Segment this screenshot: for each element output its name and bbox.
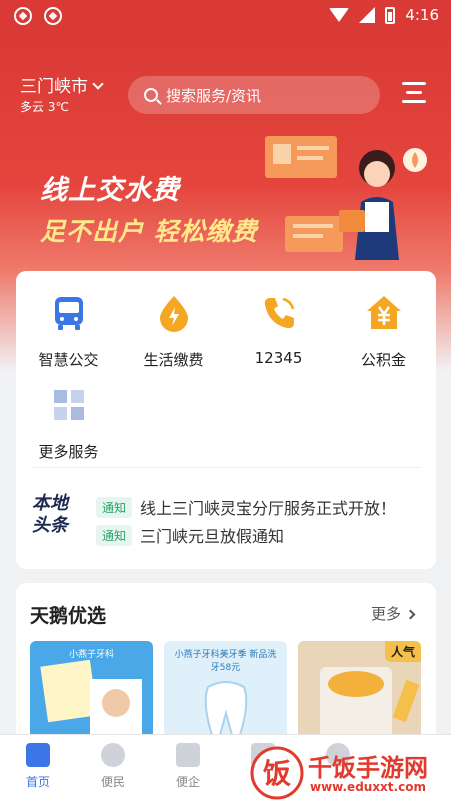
featured-caption: 小燕子牙科美牙季 新品洗牙58元 bbox=[174, 650, 277, 673]
nav-label: 便民 bbox=[100, 775, 125, 789]
featured-item[interactable]: 小燕子牙科美牙季 新品洗牙58元 bbox=[164, 641, 287, 741]
more-link[interactable]: 更多 bbox=[370, 603, 416, 624]
featured-section: 天鹅优选 更多 小燕子牙科 小燕子牙科美牙季 新品洗牙58元 人气 bbox=[16, 583, 436, 753]
divider bbox=[32, 467, 420, 468]
service-12345[interactable]: 12345 bbox=[226, 293, 331, 367]
search-placeholder: 搜索服务/资讯 bbox=[166, 86, 262, 105]
city-selector[interactable]: 三门峡市 bbox=[20, 72, 104, 97]
status-bar: 4:16 bbox=[0, 0, 451, 32]
featured-caption: 小燕子牙科 bbox=[68, 650, 114, 660]
document-icon bbox=[176, 743, 200, 767]
news-tag: 通知 bbox=[96, 524, 133, 546]
service-housing-fund[interactable]: 公积金 bbox=[331, 293, 436, 370]
tooth-illustration bbox=[204, 681, 248, 736]
local-headlines-logo: 本地头条 bbox=[32, 493, 68, 536]
news-text: 三门峡元旦放假通知 bbox=[140, 527, 285, 546]
banner-subtitle: 足不出户 轻松缴费 bbox=[40, 217, 258, 246]
chevron-right-icon bbox=[405, 609, 416, 620]
featured-item[interactable]: 人气 bbox=[298, 641, 421, 741]
grid-icon bbox=[53, 390, 84, 420]
watermark-text: 千饭手游网 bbox=[308, 754, 428, 782]
news-item[interactable]: 通知 三门峡元旦放假通知 bbox=[96, 523, 284, 547]
city-name: 三门峡市 bbox=[20, 77, 88, 97]
popular-badge: 人气 bbox=[384, 641, 421, 662]
banner-title: 线上交水费 bbox=[40, 175, 180, 206]
svg-text:饭: 饭 bbox=[263, 757, 291, 790]
weather-text: 多云 3℃ bbox=[20, 100, 69, 114]
bus-icon bbox=[54, 297, 83, 330]
battery-icon bbox=[385, 6, 396, 24]
more-label: 更多 bbox=[370, 605, 401, 623]
menu-icon[interactable] bbox=[402, 80, 426, 106]
news-tag: 通知 bbox=[96, 496, 133, 518]
watermark-logo: 饭 bbox=[250, 746, 304, 800]
service-label: 12345 bbox=[254, 349, 303, 367]
service-smart-bus[interactable]: 智慧公交 bbox=[16, 293, 121, 370]
banner-illustration bbox=[265, 136, 427, 260]
news-item[interactable]: 通知 线上三门峡灵宝分厅服务正式开放！ bbox=[96, 495, 396, 519]
service-card: 智慧公交 生活缴费 12345 公积金 更多服务 本地头条 通知 线上三门峡灵宝… bbox=[16, 271, 436, 569]
search-input[interactable]: 搜索服务/资讯 bbox=[128, 76, 380, 114]
news-text: 线上三门峡灵宝分厅服务正式开放！ bbox=[140, 499, 397, 518]
nav-label: 便企 bbox=[175, 775, 200, 789]
service-utility-payment[interactable]: 生活缴费 bbox=[121, 293, 226, 370]
promo-banner[interactable]: 线上交水费 足不出户 轻松缴费 bbox=[16, 130, 435, 260]
service-label: 智慧公交 bbox=[38, 351, 99, 369]
nav-convenience[interactable]: 便民 bbox=[83, 743, 143, 790]
nav-label: 首页 bbox=[25, 775, 50, 789]
signal-icon bbox=[359, 7, 376, 23]
notification-icon bbox=[14, 7, 32, 25]
service-more[interactable]: 更多服务 bbox=[16, 385, 121, 462]
service-label: 生活缴费 bbox=[143, 351, 204, 369]
nav-home[interactable]: 首页 bbox=[8, 743, 68, 790]
service-label: 公积金 bbox=[360, 351, 406, 369]
phone-icon bbox=[264, 297, 294, 329]
nav-enterprise[interactable]: 便企 bbox=[158, 743, 218, 790]
service-label: 更多服务 bbox=[38, 443, 99, 461]
chevron-down-icon bbox=[92, 78, 104, 90]
wifi-icon bbox=[329, 8, 350, 22]
water-drop-icon bbox=[159, 296, 188, 332]
house-yen-icon bbox=[366, 296, 401, 329]
section-title: 天鹅优选 bbox=[30, 605, 107, 627]
notification-icon bbox=[44, 7, 62, 25]
search-icon bbox=[144, 88, 158, 102]
watermark: 饭 千饭手游网 www.eduxxt.com bbox=[246, 740, 451, 803]
status-time: 4:16 bbox=[405, 6, 439, 24]
watermark-url: www.eduxxt.com bbox=[310, 780, 426, 794]
home-icon bbox=[26, 743, 50, 767]
heart-icon bbox=[101, 743, 125, 767]
featured-item[interactable]: 小燕子牙科 bbox=[30, 641, 153, 741]
